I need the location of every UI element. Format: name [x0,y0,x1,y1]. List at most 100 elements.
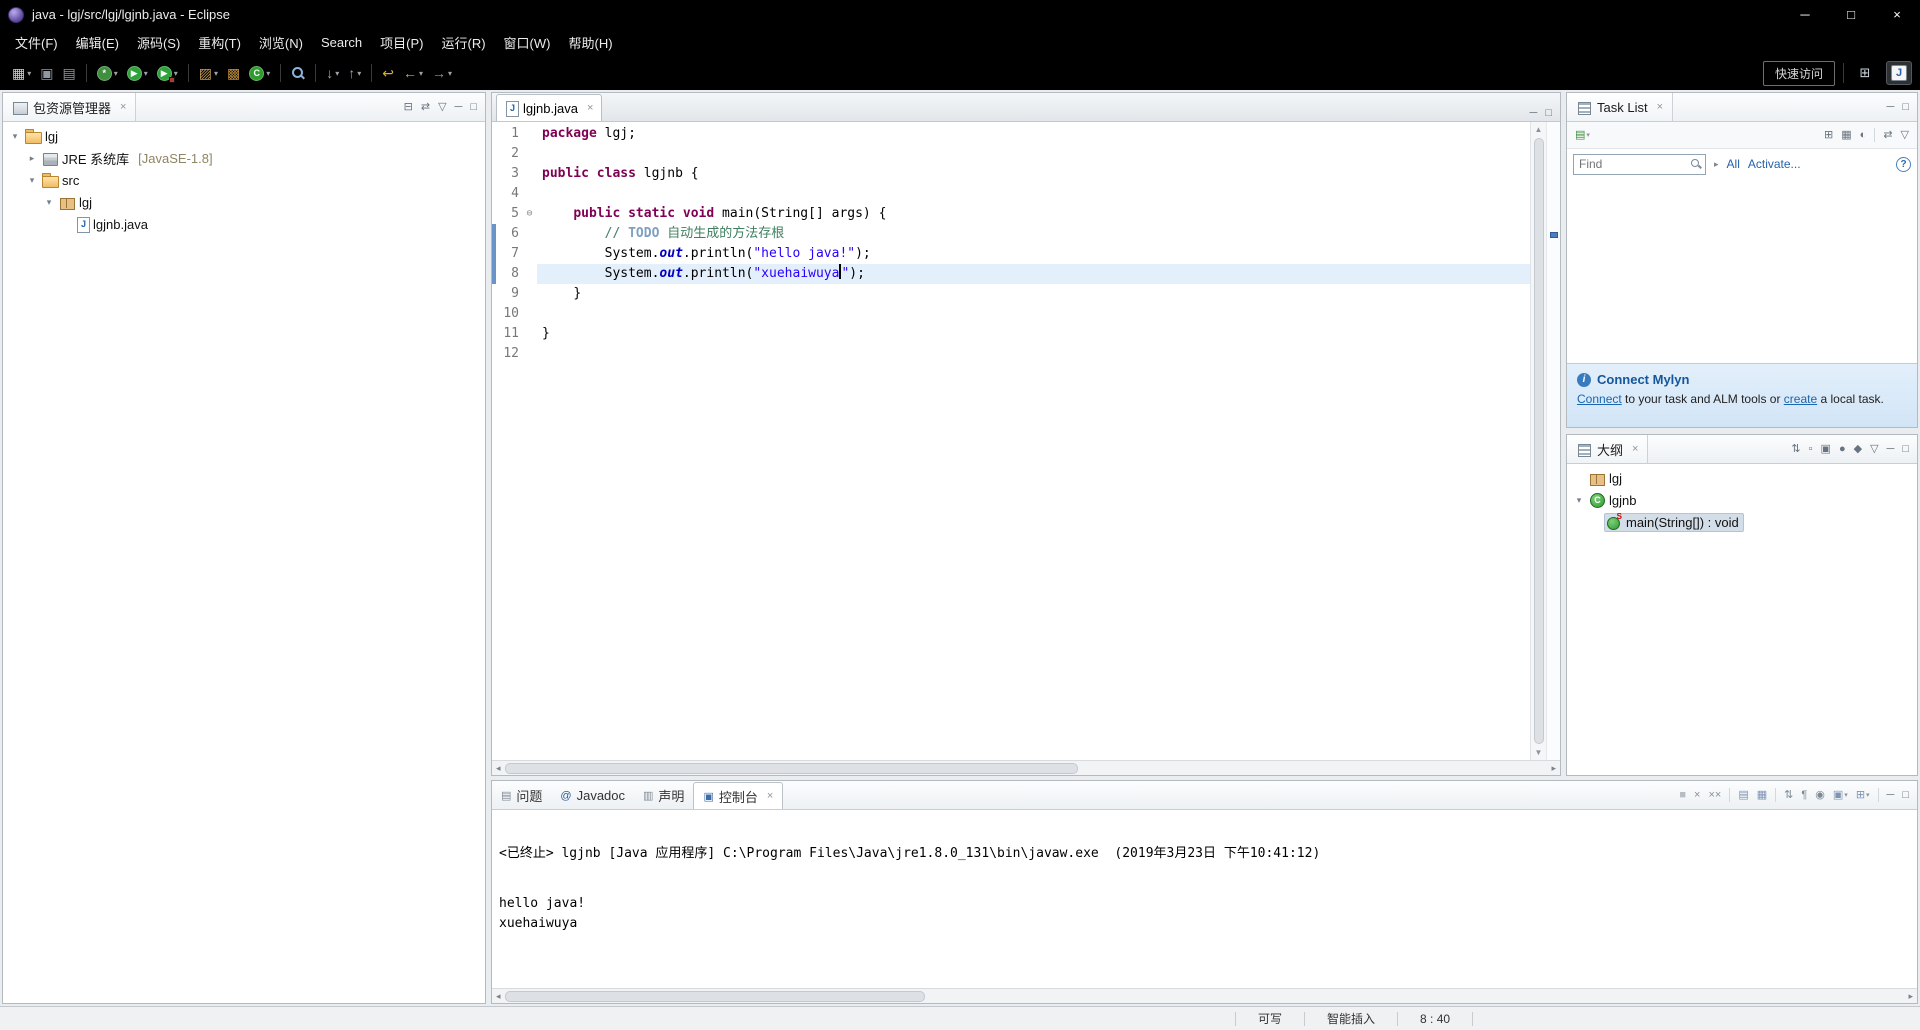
tree-item-file-lgjnb-java[interactable]: lgjnb.java [3,213,485,235]
view-menu-icon[interactable]: ▽ [435,100,449,115]
scheduled-view-icon[interactable]: ▦ [1838,128,1854,143]
minimize-window-button[interactable]: ─ [1782,0,1828,29]
tree-item-class-lgjnb[interactable]: ▾ lgjnb [1567,489,1917,511]
code-line-5[interactable]: 5 ⊖ public static void main(String[] args… [492,204,1530,224]
code-editor[interactable]: 1 package lgj; 2 3 public class lgjnb {4 5 ⊖ p… [492,124,1530,364]
close-icon[interactable]: × [120,101,126,113]
open-console-icon[interactable]: ⊞ ▾ [1853,788,1873,803]
maximize-icon[interactable]: □ [1899,442,1912,457]
code-line-11[interactable]: 11} [492,324,1530,344]
scroll-right-icon[interactable]: ▸ [1547,763,1560,774]
scrollbar-track[interactable] [504,990,1905,1002]
menu-run[interactable]: 运行(R) [433,29,495,56]
new-java-package-button[interactable]: ▩ [223,61,244,85]
code-line-7[interactable]: 7 System.out.println("hello java!"); [492,244,1530,264]
minimize-icon[interactable]: ─ [1884,788,1898,803]
editor-horizontal-scrollbar[interactable]: ◂ ▸ [492,760,1560,775]
expander-icon[interactable]: ▸ [24,153,40,164]
task-search-input[interactable] [1579,157,1690,171]
scroll-left-icon[interactable]: ◂ [492,763,505,774]
maximize-icon[interactable]: □ [1899,100,1912,115]
focus-on-workweek-icon[interactable]: ◐ [1857,128,1870,143]
close-icon[interactable]: × [1632,443,1638,455]
new-task-icon[interactable]: ▤ ▾ [1572,128,1593,143]
maximize-icon[interactable]: □ [1899,788,1912,803]
help-icon[interactable]: ? [1896,156,1911,172]
scroll-left-icon[interactable]: ◂ [492,991,505,1002]
menu-project[interactable]: 项目(P) [371,29,432,56]
code-line-1[interactable]: 1 package lgj; [492,124,1530,144]
code-line-4[interactable]: 4 [492,184,1530,204]
scroll-right-icon[interactable]: ▸ [1904,991,1917,1002]
code-line-12[interactable]: 12 [492,344,1530,364]
hide-fields-icon[interactable]: ▫ [1806,442,1816,457]
open-perspective-button[interactable]: ⊞ [1852,61,1878,85]
tree-item-src-folder[interactable]: ▾ src [3,169,485,191]
create-link[interactable]: create [1784,392,1817,406]
expander-icon[interactable]: ▾ [1571,495,1587,506]
minimize-icon[interactable]: ─ [452,100,466,115]
view-menu-icon[interactable]: ▽ [1867,442,1881,457]
code-line-2[interactable]: 2 [492,144,1530,164]
menu-navigate[interactable]: 浏览(N) [250,29,312,56]
scrollbar-thumb[interactable] [1533,138,1544,744]
forward-button[interactable]: → ▾ [428,61,456,85]
tree-item-package-lgj[interactable]: ▾ lgj [3,191,485,213]
close-icon[interactable]: × [767,790,773,802]
run-button[interactable]: ▶ ▾ [123,61,152,85]
scrollbar-track[interactable] [504,762,1548,774]
remove-all-launches-icon[interactable]: ×× [1705,788,1724,803]
display-selected-console-icon[interactable]: ▣ ▾ [1830,788,1851,803]
tree-item-method-main[interactable]: main(String[]) : void [1567,511,1917,533]
new-java-project-button[interactable]: ▨ ▾ [195,61,222,85]
expander-icon[interactable]: ▾ [7,131,23,142]
scrollbar-thumb[interactable] [504,762,1079,774]
minimize-icon[interactable]: ─ [1884,100,1898,115]
quick-access-button[interactable]: 快速访问 [1762,60,1835,86]
console-output[interactable]: <已终止> lgjnb [Java 应用程序] C:\Program Files… [492,810,1917,988]
menu-window[interactable]: 窗口(W) [495,29,560,56]
run-external-tools-button[interactable]: ▶ ▾ [153,61,182,85]
open-search-button[interactable] [287,61,309,85]
tree-item-jre-system-library[interactable]: ▸ JRE 系统库 [JavaSE-1.8] [3,147,485,169]
new-java-class-button[interactable]: C ▾ [245,61,274,85]
maximize-icon[interactable]: □ [467,100,480,115]
overview-ruler[interactable] [1546,122,1560,760]
expander-icon[interactable]: ▾ [24,175,40,186]
clear-console-icon[interactable]: ▦ [1754,788,1770,803]
close-icon[interactable]: × [1657,101,1663,113]
maximize-icon[interactable]: □ [1542,106,1555,121]
minimize-icon[interactable]: ─ [1884,442,1898,457]
sort-icon[interactable]: ⇅ [1788,442,1803,457]
word-wrap-icon[interactable]: ¶ [1798,788,1810,803]
next-annotation-button[interactable]: ↓ ▾ [322,61,343,85]
scroll-lock-icon[interactable]: ⇅ [1781,788,1796,803]
cursor-position-annotation[interactable] [1550,232,1558,238]
menu-refactor[interactable]: 重构(T) [189,29,250,56]
outline-tab[interactable]: 大纲 × [1567,435,1649,463]
java-perspective-button[interactable]: J [1886,61,1912,85]
save-output-icon[interactable]: ▤ [1735,788,1751,803]
code-line-8[interactable]: 8 System.out.println("xuehaiwuya "); [492,264,1530,284]
remove-launch-icon[interactable]: × [1691,788,1703,803]
link-with-editor-icon[interactable]: ⇄ [418,100,433,115]
scroll-down-icon[interactable]: ▼ [1535,745,1543,760]
hide-static-members-icon[interactable]: ▣ [1818,442,1834,457]
code-line-3[interactable]: 3 public class lgjnb { [492,164,1530,184]
scrollbar-thumb[interactable] [504,990,925,1002]
code-line-9[interactable]: 9 } [492,284,1530,304]
code-line-6[interactable]: 6 // TODO 自动生成的方法存根 [492,224,1530,244]
close-window-button[interactable]: × [1874,0,1920,29]
pin-console-icon[interactable]: ◉ [1812,788,1828,803]
minimize-icon[interactable]: ─ [1527,106,1541,121]
view-menu-icon[interactable]: ▽ [1898,128,1912,143]
terminate-icon[interactable]: ■ [1676,788,1689,803]
maximize-window-button[interactable]: □ [1828,0,1874,29]
back-button[interactable]: ← ▾ [399,61,427,85]
fold-collapse-icon[interactable]: ⊖ [522,204,537,224]
tab-problems[interactable]: ▤ 问题 [492,782,551,809]
close-icon[interactable]: × [587,102,593,114]
collapse-all-icon[interactable]: ⊟ [401,100,416,115]
previous-annotation-button[interactable]: ↑ ▾ [344,61,365,85]
save-button[interactable]: ▣ [36,61,57,85]
